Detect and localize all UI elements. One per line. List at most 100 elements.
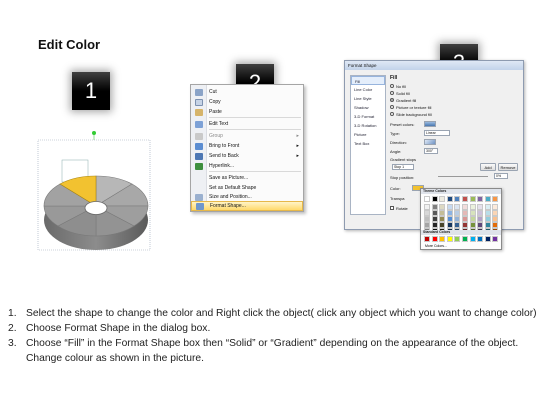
- gradient-stops-label: Gradient stops: [390, 156, 417, 162]
- angle-field[interactable]: 300°: [424, 148, 438, 154]
- remove-stop-button[interactable]: Remove: [498, 163, 518, 171]
- dialog-title: Format Shape: [345, 61, 523, 70]
- standard-color-swatch[interactable]: [431, 236, 438, 242]
- context-menu: Cut Copy Paste Edit Text Group ▸ Bring to…: [190, 84, 304, 212]
- radio-icon: [390, 84, 394, 88]
- direction-picker[interactable]: [424, 139, 436, 145]
- standard-color-swatch[interactable]: [462, 236, 468, 242]
- instructions: 1. Select the shape to change the color a…: [8, 306, 556, 366]
- option-slide-background-fill[interactable]: Slide background fill: [390, 111, 432, 117]
- theme-color-swatch[interactable]: [462, 196, 468, 202]
- menu-item-edit-text[interactable]: Edit Text: [191, 119, 303, 129]
- theme-color-swatch[interactable]: [446, 196, 453, 202]
- submenu-arrow-icon: ▸: [296, 153, 299, 159]
- stop-position-field[interactable]: 0%: [494, 173, 508, 179]
- menu-item-paste[interactable]: Paste: [191, 107, 303, 117]
- option-picture-fill[interactable]: Picture or texture fill: [390, 104, 431, 110]
- radio-icon: [390, 112, 394, 116]
- menu-item-copy[interactable]: Copy: [191, 97, 303, 107]
- menu-item-group[interactable]: Group ▸: [191, 131, 303, 141]
- theme-colors-heading: Theme Colors: [421, 189, 501, 194]
- theme-color-swatch[interactable]: [477, 196, 484, 202]
- theme-color-swatch[interactable]: [431, 196, 438, 202]
- donut-hole: [84, 201, 108, 215]
- add-stop-button[interactable]: Add: [480, 163, 496, 171]
- menu-item-send-to-back[interactable]: Send to Back ▸: [191, 151, 303, 161]
- send-back-icon: [195, 152, 203, 160]
- stop-position-slider[interactable]: [438, 176, 488, 177]
- theme-color-swatch[interactable]: [469, 196, 476, 202]
- standard-color-swatch[interactable]: [484, 236, 491, 242]
- radio-selected-icon: [390, 98, 394, 102]
- scissors-icon: [195, 88, 203, 96]
- donut-shape-area[interactable]: [36, 130, 154, 260]
- category-fill[interactable]: Fill: [351, 76, 385, 85]
- instruction-2: 2. Choose Format Shape in the dialog box.: [8, 323, 211, 334]
- preset-colors-label: Preset colors:: [390, 121, 415, 127]
- menu-item-format-shape[interactable]: Format Shape...: [191, 201, 303, 211]
- rotate-with-shape-checkbox[interactable]: Rotate: [390, 205, 408, 211]
- page-title: Edit Color: [38, 37, 101, 52]
- section-heading: Fill: [390, 75, 398, 81]
- step-number: 1: [84, 78, 98, 103]
- category-line-color[interactable]: Line Color: [351, 85, 385, 94]
- size-icon: [195, 193, 203, 201]
- type-select[interactable]: Linear: [424, 130, 450, 136]
- menu-item-cut[interactable]: Cut: [191, 87, 303, 97]
- category-shadow[interactable]: Shadow: [351, 103, 385, 112]
- standard-color-swatch[interactable]: [492, 236, 499, 242]
- option-solid-fill[interactable]: Solid fill: [390, 90, 410, 96]
- rotation-handle[interactable]: [92, 131, 96, 135]
- category-line-style[interactable]: Line Style: [351, 94, 385, 103]
- category-3d-format[interactable]: 3-D Format: [351, 112, 385, 121]
- menu-item-save-as-picture[interactable]: Save as Picture...: [191, 173, 303, 183]
- format-shape-icon: [196, 202, 204, 210]
- option-no-fill[interactable]: No fill: [390, 83, 406, 89]
- more-colors-link[interactable]: More Colors...: [425, 244, 447, 248]
- standard-color-swatch[interactable]: [477, 236, 484, 242]
- copy-icon: [195, 98, 203, 106]
- donut-shape[interactable]: [36, 130, 154, 260]
- group-icon: [195, 132, 203, 140]
- instruction-3: 3. Choose “Fill” in the Format Shape box …: [8, 338, 519, 364]
- category-3d-rotation[interactable]: 3-D Rotation: [351, 121, 385, 130]
- stop-position-label: Stop position:: [390, 174, 415, 180]
- transparency-label: Transpa: [390, 195, 405, 201]
- radio-icon: [390, 91, 394, 95]
- standard-color-swatch[interactable]: [424, 236, 430, 242]
- color-label: Color:: [390, 185, 401, 191]
- instruction-1: 1. Select the shape to change the color a…: [8, 308, 537, 319]
- edit-text-icon: [195, 120, 203, 128]
- type-label: Type:: [390, 130, 400, 136]
- standard-colors-heading: Standard Colors: [421, 230, 501, 235]
- category-picture[interactable]: Picture: [351, 130, 385, 139]
- direction-label: Direction:: [390, 139, 407, 145]
- standard-color-swatch[interactable]: [454, 236, 461, 242]
- standard-color-row: [424, 236, 502, 243]
- theme-color-swatch[interactable]: [492, 196, 499, 202]
- stop-select[interactable]: Stop 1: [392, 164, 414, 170]
- theme-color-swatch[interactable]: [454, 196, 461, 202]
- radio-icon: [390, 105, 394, 109]
- theme-color-swatch[interactable]: [424, 196, 430, 202]
- standard-color-swatch[interactable]: [439, 236, 446, 242]
- hyperlink-icon: [195, 162, 203, 170]
- category-text-box[interactable]: Text Box: [351, 139, 385, 148]
- submenu-arrow-icon: ▸: [296, 143, 299, 149]
- theme-color-swatch[interactable]: [484, 196, 491, 202]
- step-badge-1: 1: [72, 72, 110, 110]
- preset-colors-picker[interactable]: [424, 121, 436, 127]
- checkbox-icon: [390, 206, 394, 210]
- submenu-arrow-icon: ▸: [296, 133, 299, 139]
- category-list: Fill Line Color Line Style Shadow 3-D Fo…: [350, 75, 386, 215]
- standard-color-swatch[interactable]: [469, 236, 476, 242]
- standard-color-swatch[interactable]: [446, 236, 453, 242]
- angle-label: Angle:: [390, 148, 402, 154]
- menu-item-hyperlink[interactable]: Hyperlink...: [191, 161, 303, 171]
- menu-item-bring-to-front[interactable]: Bring to Front ▸: [191, 141, 303, 151]
- theme-color-grid: [424, 196, 502, 234]
- option-gradient-fill[interactable]: Gradient fill: [390, 97, 416, 103]
- paste-icon: [195, 108, 203, 116]
- theme-color-swatch[interactable]: [439, 196, 446, 202]
- bring-front-icon: [195, 142, 203, 150]
